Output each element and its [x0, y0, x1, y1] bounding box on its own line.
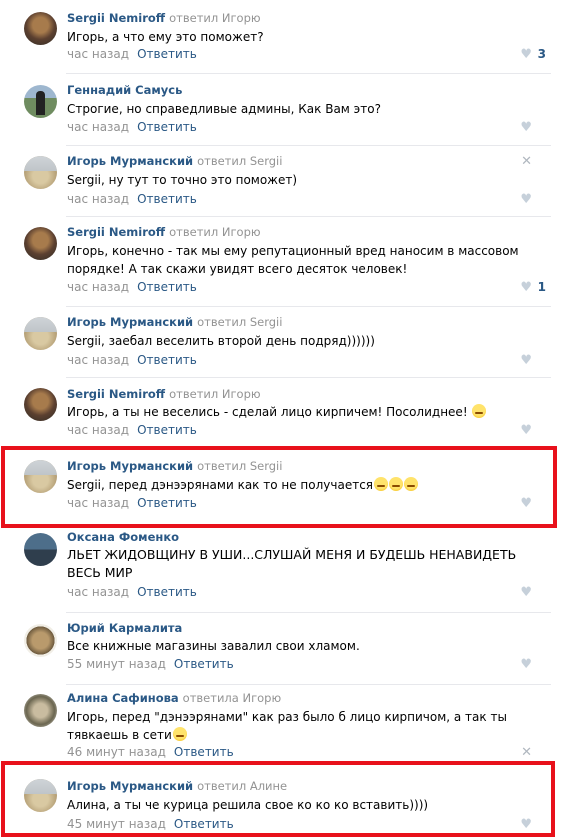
reply-button[interactable]: Ответить [137, 47, 197, 61]
emoji-icon [472, 404, 487, 418]
like-count[interactable]: 1 [538, 280, 546, 294]
emoji-icon [172, 727, 187, 741]
comment-meta: 46 минут назад Ответить [67, 745, 234, 759]
avatar[interactable] [24, 85, 57, 118]
comment-meta: час назад Ответить [67, 585, 197, 599]
highlight-box [1, 761, 555, 837]
comment-author[interactable]: Игорь Мурманский ответил Sergii [67, 315, 282, 329]
comment: Оксана Фоменко ЛЬЕТ ЖИДОВЩИНУ В УШИ...СЛ… [0, 527, 566, 612]
like-count[interactable]: 3 [538, 47, 546, 61]
comment: Юрий Кармалита Все книжные магазины зава… [0, 612, 566, 684]
comment: Игорь Мурманский ответил Sergii Sergii, … [0, 306, 566, 377]
avatar[interactable] [24, 624, 57, 657]
comment-text: Игорь, перед "дэнээрянами" как раз было … [67, 710, 507, 742]
avatar[interactable] [24, 388, 57, 421]
comment-author[interactable]: Игорь Мурманский ответил Sergii [67, 154, 282, 168]
reply-to-label: ответил Игорю [169, 11, 261, 25]
comment-text: Все книжные магазины завалил свои хламом… [67, 639, 360, 653]
comment-text: Игорь, а что ему это поможет? [67, 30, 264, 44]
avatar[interactable] [24, 694, 57, 727]
avatar[interactable] [24, 156, 57, 189]
comment-time[interactable]: час назад [67, 192, 129, 206]
reply-button[interactable]: Ответить [174, 745, 234, 759]
close-icon[interactable]: ✕ [521, 745, 532, 760]
comment: Sergii Nemiroff ответил Игорю Игорь, а т… [0, 377, 566, 447]
comment-text: Sergii, заебал веселить второй день подр… [67, 334, 375, 348]
reply-button[interactable]: Ответить [137, 353, 197, 367]
comment-author[interactable]: Sergii Nemiroff ответил Игорю [67, 225, 261, 239]
reply-button[interactable]: Ответить [137, 120, 197, 134]
comment-time[interactable]: час назад [67, 353, 129, 367]
comment-meta: час назад Ответить [67, 280, 197, 294]
heart-icon[interactable]: ♥ [520, 585, 532, 600]
heart-icon[interactable]: ♥ [520, 353, 532, 368]
comment-time[interactable]: час назад [67, 280, 129, 294]
comment: Геннадий Самусь Строгие, но справедливые… [0, 73, 566, 145]
reply-button[interactable]: Ответить [137, 280, 197, 294]
reply-button[interactable]: Ответить [137, 423, 197, 437]
comment-meta: час назад Ответить [67, 120, 197, 134]
comment-text: Строгие, но справедливые админы, Как Вам… [67, 102, 381, 116]
comment-text: ЛЬЕТ ЖИДОВЩИНУ В УШИ...СЛУШАЙ МЕНЯ И БУД… [67, 547, 517, 580]
comment-author[interactable]: Геннадий Самусь [67, 83, 182, 97]
reply-to-label: ответил Игорю [169, 387, 261, 401]
comment-author[interactable]: Sergii Nemiroff ответил Игорю [67, 11, 261, 25]
comment-author[interactable]: Sergii Nemiroff ответил Игорю [67, 387, 261, 401]
heart-icon[interactable]: ♥ [520, 192, 532, 207]
comment-meta: час назад Ответить [67, 423, 197, 437]
reply-to-label: ответил Игорю [169, 225, 261, 239]
comment-meta: 55 минут назад Ответить [67, 657, 234, 671]
comment-time[interactable]: 46 минут назад [67, 745, 166, 759]
comment: Игорь Мурманский ответил Sergii Sergii, … [0, 145, 566, 216]
reply-to-label: ответила Игорю [182, 691, 282, 705]
comment-meta: час назад Ответить [67, 47, 197, 61]
reply-button[interactable]: Ответить [137, 585, 197, 599]
heart-icon[interactable]: ♥ [520, 120, 532, 135]
avatar[interactable] [24, 12, 57, 45]
comment: Алина Сафинова ответила Игорю Игорь, пер… [0, 684, 566, 764]
highlight-box [1, 446, 557, 528]
close-icon[interactable]: ✕ [521, 154, 532, 169]
reply-button[interactable]: Ответить [137, 192, 197, 206]
comment-time[interactable]: час назад [67, 120, 129, 134]
heart-icon[interactable]: ♥ [520, 47, 532, 62]
comment-time[interactable]: час назад [67, 423, 129, 437]
heart-icon[interactable]: ♥ [520, 280, 532, 295]
heart-icon[interactable]: ♥ [520, 657, 532, 672]
comment-text: Игорь, а ты не веселись - сделай лицо ки… [67, 403, 527, 421]
comment-author[interactable]: Алина Сафинова ответила Игорю [67, 691, 281, 705]
comment: Sergii Nemiroff ответил Игорю Игорь, кон… [0, 216, 566, 306]
comment-author[interactable]: Оксана Фоменко [67, 530, 179, 544]
avatar[interactable] [24, 317, 57, 350]
comment-text: Sergii, ну тут то точно это поможет) [67, 173, 298, 187]
reply-to-label: ответил Sergii [197, 154, 283, 168]
comment: Sergii Nemiroff ответил Игорю Игорь, а ч… [0, 0, 566, 73]
comment-time[interactable]: час назад [67, 47, 129, 61]
comment-meta: час назад Ответить [67, 353, 197, 367]
reply-button[interactable]: Ответить [174, 657, 234, 671]
comment-time[interactable]: 55 минут назад [67, 657, 166, 671]
comment-text: Игорь, конечно - так мы ему репутационны… [67, 244, 519, 276]
heart-icon[interactable]: ♥ [520, 423, 532, 438]
reply-to-label: ответил Sergii [197, 315, 283, 329]
avatar[interactable] [24, 533, 57, 566]
avatar[interactable] [24, 227, 57, 260]
comment-time[interactable]: час назад [67, 585, 129, 599]
comment-meta: час назад Ответить [67, 192, 197, 206]
comment-author[interactable]: Юрий Кармалита [67, 621, 182, 635]
